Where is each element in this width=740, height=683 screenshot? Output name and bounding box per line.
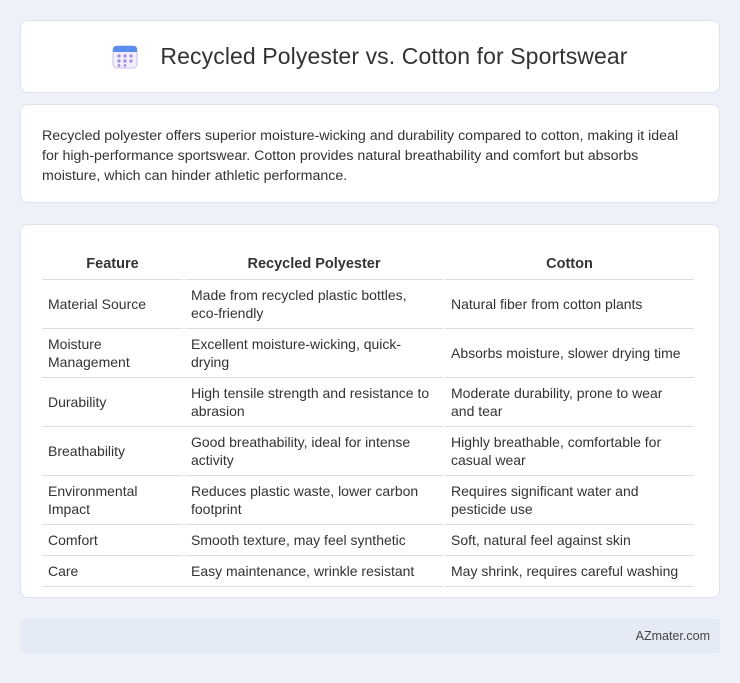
calendar-icon [112,44,138,70]
table-cell: Easy maintenance, wrinkle resistant [185,556,443,587]
table-row: Environmental Impact Reduces plastic was… [42,476,694,525]
summary-card: Recycled polyester offers superior moist… [20,104,720,203]
column-header-recycled-polyester: Recycled Polyester [185,246,443,280]
table-cell: Comfort [42,525,183,556]
table-cell: Reduces plastic waste, lower carbon foot… [185,476,443,525]
table-cell: Highly breathable, comfortable for casua… [445,427,694,476]
table-row: Care Easy maintenance, wrinkle resistant… [42,556,694,587]
table-row: Material Source Made from recycled plast… [42,280,694,329]
table-cell: May shrink, requires careful washing [445,556,694,587]
page-title: Recycled Polyester vs. Cotton for Sports… [160,43,628,69]
table-row: Breathability Good breathability, ideal … [42,427,694,476]
table-cell: High tensile strength and resistance to … [185,378,443,427]
title-card: Recycled Polyester vs. Cotton for Sports… [20,20,720,93]
table-cell: Made from recycled plastic bottles, eco-… [185,280,443,329]
title-wrap: Recycled Polyester vs. Cotton for Sports… [112,43,627,70]
table-header-row: Feature Recycled Polyester Cotton [42,246,694,280]
table-cell: Requires significant water and pesticide… [445,476,694,525]
table-cell: Care [42,556,183,587]
table-cell: Moderate durability, prone to wear and t… [445,378,694,427]
table-cell: Breathability [42,427,183,476]
table-cell: Smooth texture, may feel synthetic [185,525,443,556]
footer-brand[interactable]: AZmater.com [636,629,710,643]
column-header-feature: Feature [42,246,183,280]
table-cell: Good breathability, ideal for intense ac… [185,427,443,476]
table-row: Moisture Management Excellent moisture-w… [42,329,694,378]
table-row: Comfort Smooth texture, may feel synthet… [42,525,694,556]
table-cell: Absorbs moisture, slower drying time [445,329,694,378]
table-cell: Soft, natural feel against skin [445,525,694,556]
table-cell: Environmental Impact [42,476,183,525]
table-cell: Excellent moisture-wicking, quick-drying [185,329,443,378]
table-cell: Moisture Management [42,329,183,378]
footer: AZmater.com [20,619,720,653]
summary-text: Recycled polyester offers superior moist… [42,128,679,184]
comparison-table: Feature Recycled Polyester Cotton Materi… [40,246,696,587]
table-row: Durability High tensile strength and res… [42,378,694,427]
table-cell: Material Source [42,280,183,329]
table-cell: Natural fiber from cotton plants [445,280,694,329]
comparison-table-card: Feature Recycled Polyester Cotton Materi… [20,224,720,598]
table-cell: Durability [42,378,183,427]
column-header-cotton: Cotton [445,246,694,280]
